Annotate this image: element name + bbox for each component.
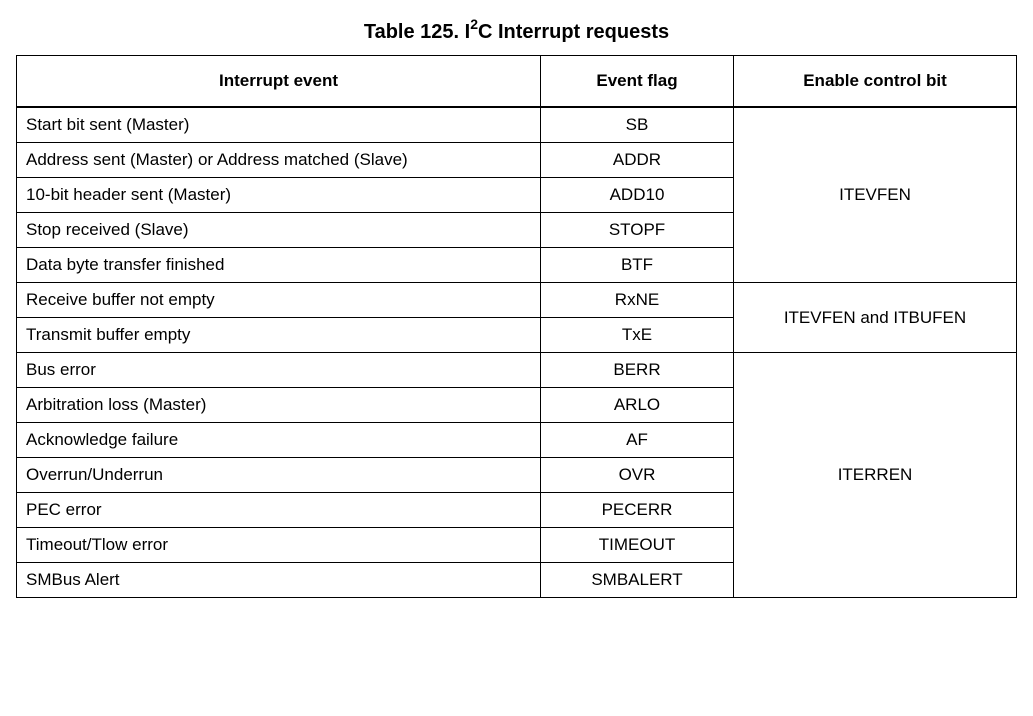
interrupt-event-cell: Bus error <box>16 352 541 388</box>
enable-control-bit-cell: ITEVFEN and ITBUFEN <box>733 282 1017 353</box>
event-flag-cell: RxNE <box>540 282 734 318</box>
table-title-suffix: C Interrupt requests <box>478 21 670 43</box>
event-flag-cell: TxE <box>540 317 734 353</box>
event-flag-cell: TIMEOUT <box>540 527 734 563</box>
event-flag-cell: ARLO <box>540 387 734 423</box>
event-flag-cell: BTF <box>540 247 734 283</box>
interrupt-event-cell: Stop received (Slave) <box>16 212 541 248</box>
interrupt-requests-table: Interrupt event Event flag Enable contro… <box>16 55 1017 598</box>
interrupt-event-cell: SMBus Alert <box>16 562 541 598</box>
interrupt-event-cell: Timeout/Tlow error <box>16 527 541 563</box>
event-flag-cell: SMBALERT <box>540 562 734 598</box>
event-flag-cell: ADDR <box>540 142 734 178</box>
event-flag-cell: BERR <box>540 352 734 388</box>
interrupt-event-cell: Start bit sent (Master) <box>16 106 541 143</box>
table-title-superscript: 2 <box>470 16 478 33</box>
table-title: Table 125. I2C Interrupt requests <box>0 17 1033 44</box>
interrupt-event-cell: Overrun/Underrun <box>16 457 541 493</box>
table-row: Receive buffer not empty RxNE ITEVFEN an… <box>16 282 1017 353</box>
event-flag-cell: STOPF <box>540 212 734 248</box>
table-row: Bus error BERR ITERREN <box>16 352 1017 598</box>
table-header-row: Interrupt event Event flag Enable contro… <box>16 55 1017 108</box>
column-header-event-flag: Event flag <box>540 55 734 108</box>
table-title-prefix: Table 125. I <box>363 21 471 43</box>
interrupt-event-cell: Data byte transfer finished <box>16 247 541 283</box>
interrupt-event-cell: PEC error <box>16 492 541 528</box>
interrupt-event-cell: Receive buffer not empty <box>16 282 541 318</box>
table-row: Start bit sent (Master) SB ITEVFEN <box>16 106 1017 283</box>
event-flag-cell: AF <box>540 422 734 458</box>
interrupt-event-cell: Transmit buffer empty <box>16 317 541 353</box>
column-header-enable-control-bit: Enable control bit <box>733 55 1017 108</box>
event-flag-cell: PECERR <box>540 492 734 528</box>
column-header-interrupt-event: Interrupt event <box>16 55 541 108</box>
interrupt-event-cell: Acknowledge failure <box>16 422 541 458</box>
event-flag-cell: SB <box>540 106 734 143</box>
event-flag-cell: ADD10 <box>540 177 734 213</box>
interrupt-event-cell: Arbitration loss (Master) <box>16 387 541 423</box>
enable-control-bit-cell: ITEVFEN <box>733 106 1017 283</box>
enable-control-bit-cell: ITERREN <box>733 352 1017 598</box>
interrupt-event-cell: 10-bit header sent (Master) <box>16 177 541 213</box>
event-flag-cell: OVR <box>540 457 734 493</box>
interrupt-event-cell: Address sent (Master) or Address matched… <box>16 142 541 178</box>
